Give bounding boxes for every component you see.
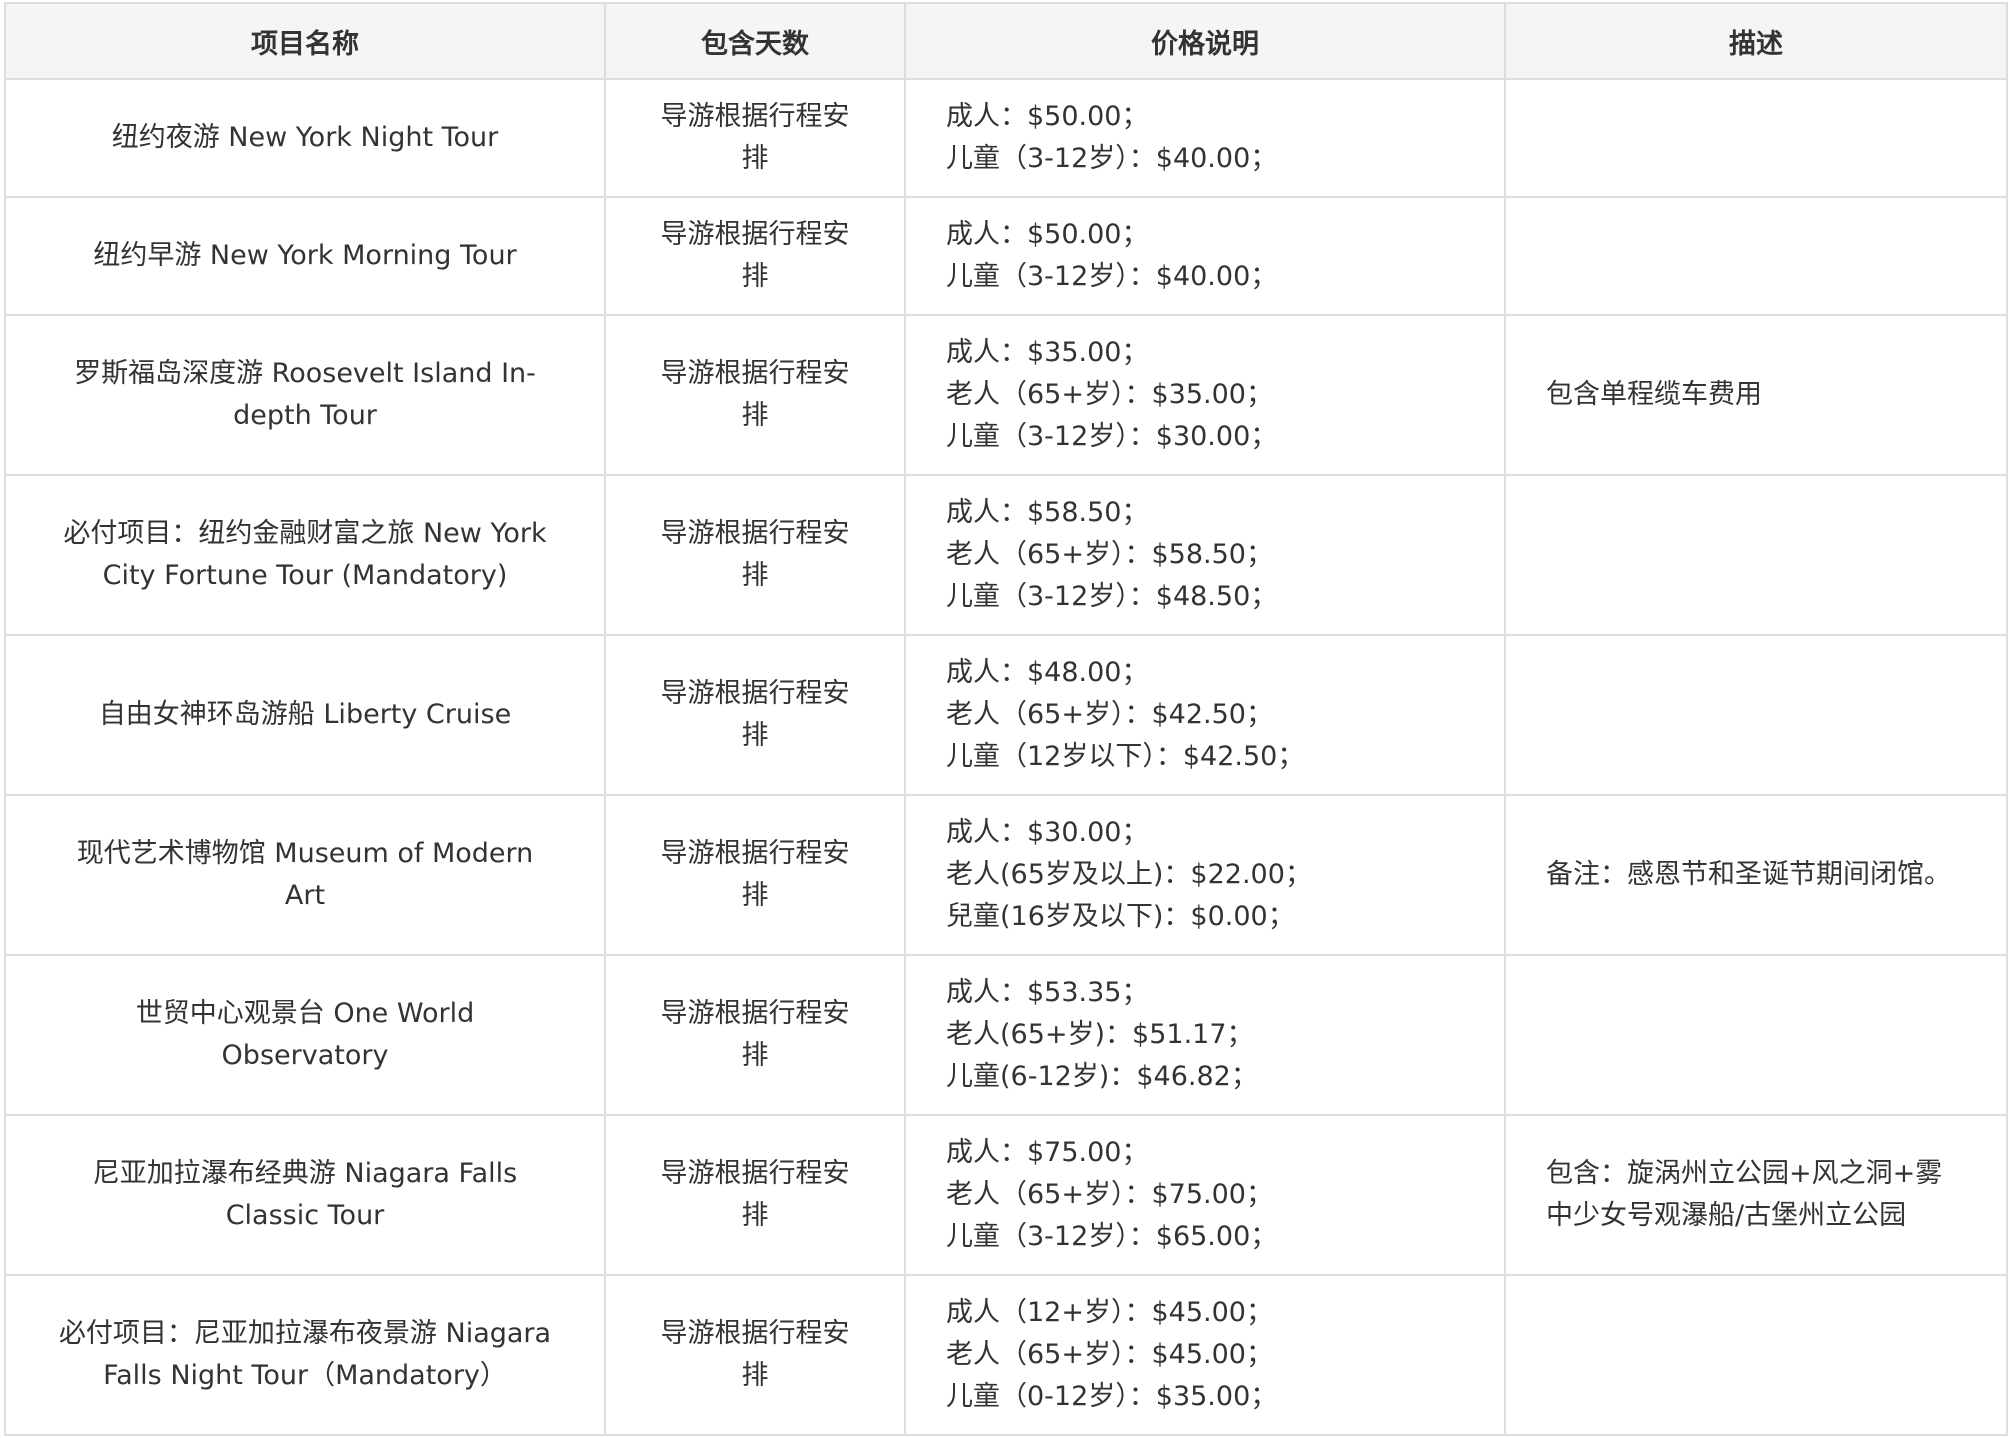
cell-description xyxy=(1504,634,2008,796)
table-header-row: 项目名称 包含天数 价格说明 描述 xyxy=(4,2,2008,80)
price-line: 成人：$48.00； xyxy=(946,657,1149,688)
cell-price: 成人：$50.00； 儿童（3-12岁）：$40.00； xyxy=(904,78,1506,198)
cell-description xyxy=(1504,1274,2008,1436)
table-row: 纽约早游 New York Morning Tour 导游根据行程安排 成人：$50… xyxy=(4,196,2008,316)
cell-days: 导游根据行程安排 xyxy=(604,954,906,1116)
cell-project-name: 罗斯福岛深度游 Roosevelt Island In-depth Tour xyxy=(4,314,606,476)
cell-description xyxy=(1504,954,2008,1116)
cell-days: 导游根据行程安排 xyxy=(604,794,906,956)
price-line: 儿童（3-12岁）：$65.00； xyxy=(946,1221,1278,1252)
cell-project-name: 必付项目：纽约金融财富之旅 New York City Fortune Tour… xyxy=(4,474,606,636)
cell-project-name: 必付项目：尼亚加拉瀑布夜景游 Niagara Falls Night Tour（… xyxy=(4,1274,606,1436)
cell-price: 成人：$30.00； 老人(65岁及以上)：$22.00； 兒童(16岁及以下)：$… xyxy=(904,794,1506,956)
price-line: 儿童（3-12岁）：$40.00； xyxy=(946,261,1278,292)
price-line: 儿童（0-12岁）：$35.00； xyxy=(946,1381,1278,1412)
price-line: 成人：$50.00； xyxy=(946,101,1149,132)
cell-price: 成人：$35.00； 老人（65+岁）：$35.00； 儿童（3-12岁）：$30.… xyxy=(904,314,1506,476)
cell-description: 包含单程缆车费用 xyxy=(1504,314,2008,476)
cell-project-name: 纽约夜游 New York Night Tour xyxy=(4,78,606,198)
price-line: 老人（65+岁）：$45.00； xyxy=(946,1339,1273,1370)
cell-days: 导游根据行程安排 xyxy=(604,314,906,476)
cell-price: 成人：$58.50； 老人（65+岁）：$58.50； 儿童（3-12岁）：$48.… xyxy=(904,474,1506,636)
table-row: 尼亚加拉瀑布经典游 Niagara Falls Classic Tour 导游根据… xyxy=(4,1114,2008,1276)
cell-description: 备注：感恩节和圣诞节期间闭馆。 xyxy=(1504,794,2008,956)
cell-project-name: 尼亚加拉瀑布经典游 Niagara Falls Classic Tour xyxy=(4,1114,606,1276)
cell-days: 导游根据行程安排 xyxy=(604,78,906,198)
cell-price: 成人：$48.00； 老人（65+岁）：$42.50； 儿童（12岁以下）：$42.… xyxy=(904,634,1506,796)
price-line: 儿童（12岁以下）：$42.50； xyxy=(946,741,1305,772)
table-row: 纽约夜游 New York Night Tour 导游根据行程安排 成人：$50.0… xyxy=(4,78,2008,198)
header-days: 包含天数 xyxy=(604,2,906,80)
cell-days: 导游根据行程安排 xyxy=(604,1274,906,1436)
price-line: 成人：$50.00； xyxy=(946,219,1149,250)
table-body: 纽约夜游 New York Night Tour 导游根据行程安排 成人：$50.0… xyxy=(4,78,2008,1436)
cell-days: 导游根据行程安排 xyxy=(604,634,906,796)
cell-description xyxy=(1504,474,2008,636)
cell-project-name: 现代艺术博物馆 Museum of Modern Art xyxy=(4,794,606,956)
price-line: 老人（65+岁）：$42.50； xyxy=(946,699,1273,730)
header-price: 价格说明 xyxy=(904,2,1506,80)
pricing-table: 项目名称 包含天数 价格说明 描述 纽约夜游 New York Night To… xyxy=(4,2,2008,1436)
table-row: 必付项目：尼亚加拉瀑布夜景游 Niagara Falls Night Tour（… xyxy=(4,1274,2008,1436)
price-line: 老人(65+岁)：$51.17； xyxy=(946,1019,1254,1050)
header-project-name: 项目名称 xyxy=(4,2,606,80)
price-line: 兒童(16岁及以下)：$0.00； xyxy=(946,901,1295,932)
cell-price: 成人（12+岁）：$45.00； 老人（65+岁）：$45.00； 儿童（0-12岁… xyxy=(904,1274,1506,1436)
price-line: 儿童(6-12岁)：$46.82； xyxy=(946,1061,1258,1092)
price-line: 老人（65+岁）：$75.00； xyxy=(946,1179,1273,1210)
price-line: 儿童（3-12岁）：$30.00； xyxy=(946,421,1278,452)
table-row: 世贸中心观景台 One World Observatory 导游根据行程安排 成人：… xyxy=(4,954,2008,1116)
cell-project-name: 自由女神环岛游船 Liberty Cruise xyxy=(4,634,606,796)
cell-days: 导游根据行程安排 xyxy=(604,196,906,316)
cell-days: 导游根据行程安排 xyxy=(604,1114,906,1276)
pricing-table-container: 项目名称 包含天数 价格说明 描述 纽约夜游 New York Night To… xyxy=(4,2,2008,1436)
price-line: 成人：$30.00； xyxy=(946,817,1149,848)
price-line: 老人（65+岁）：$35.00； xyxy=(946,379,1273,410)
price-line: 老人（65+岁）：$58.50； xyxy=(946,539,1273,570)
price-line: 老人(65岁及以上)：$22.00； xyxy=(946,859,1312,890)
cell-price: 成人：$75.00； 老人（65+岁）：$75.00； 儿童（3-12岁）：$65.… xyxy=(904,1114,1506,1276)
price-line: 成人：$35.00； xyxy=(946,337,1149,368)
price-line: 成人：$58.50； xyxy=(946,497,1149,528)
price-line: 儿童（3-12岁）：$48.50； xyxy=(946,581,1278,612)
table-row: 必付项目：纽约金融财富之旅 New York City Fortune Tour… xyxy=(4,474,2008,636)
cell-description xyxy=(1504,196,2008,316)
cell-price: 成人：$53.35； 老人(65+岁)：$51.17； 儿童(6-12岁)：$46.… xyxy=(904,954,1506,1116)
price-line: 成人：$53.35； xyxy=(946,977,1149,1008)
cell-description: 包含：旋涡州立公园+风之洞+雾中少女号观瀑船/古堡州立公园 xyxy=(1504,1114,2008,1276)
cell-price: 成人：$50.00； 儿童（3-12岁）：$40.00； xyxy=(904,196,1506,316)
table-row: 罗斯福岛深度游 Roosevelt Island In-depth Tour 导游… xyxy=(4,314,2008,476)
price-line: 成人（12+岁）：$45.00； xyxy=(946,1297,1273,1328)
header-description: 描述 xyxy=(1504,2,2008,80)
cell-days: 导游根据行程安排 xyxy=(604,474,906,636)
price-line: 儿童（3-12岁）：$40.00； xyxy=(946,143,1278,174)
table-row: 现代艺术博物馆 Museum of Modern Art 导游根据行程安排 成人：$… xyxy=(4,794,2008,956)
cell-description xyxy=(1504,78,2008,198)
price-line: 成人：$75.00； xyxy=(946,1137,1149,1168)
table-row: 自由女神环岛游船 Liberty Cruise 导游根据行程安排 成人：$48.00… xyxy=(4,634,2008,796)
cell-project-name: 世贸中心观景台 One World Observatory xyxy=(4,954,606,1116)
cell-project-name: 纽约早游 New York Morning Tour xyxy=(4,196,606,316)
